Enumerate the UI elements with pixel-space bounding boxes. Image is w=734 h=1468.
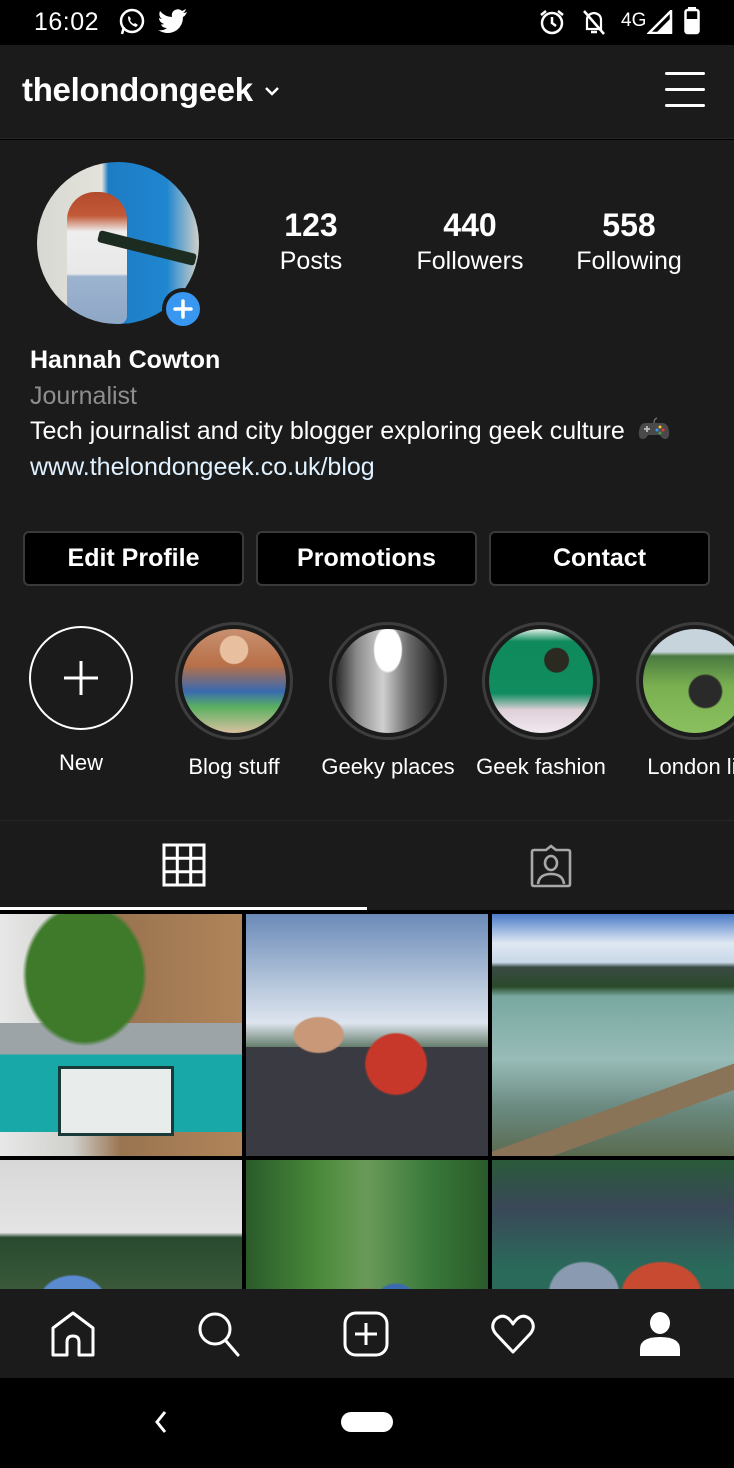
tab-tagged[interactable] <box>367 821 734 909</box>
back-chevron-icon <box>155 1411 167 1433</box>
highlight-cover <box>643 629 734 733</box>
alarm-icon <box>538 8 566 41</box>
add-story-button[interactable] <box>162 288 204 330</box>
highlight-label: Geeky places <box>321 754 455 779</box>
network-type: 4G <box>621 10 647 31</box>
search-icon <box>198 1312 240 1356</box>
post-thumbnail[interactable] <box>492 1160 734 1290</box>
whatsapp-icon <box>118 8 146 41</box>
edit-profile-button[interactable]: Edit Profile <box>23 531 244 586</box>
stat-following[interactable]: 558 Following <box>559 206 699 278</box>
profile-category: Journalist <box>30 382 137 410</box>
stat-followers-label: Followers <box>416 247 524 275</box>
highlight-new[interactable]: New <box>6 622 156 776</box>
promotions-button[interactable]: Promotions <box>256 531 477 586</box>
stat-posts-value: 123 <box>284 207 338 243</box>
twitter-icon <box>158 9 188 40</box>
hamburger-menu-icon <box>665 72 705 107</box>
posts-grid <box>0 910 734 1290</box>
notifications-off-icon <box>580 8 608 41</box>
highlight-london-life[interactable]: London lit <box>620 622 734 780</box>
system-home-pill[interactable] <box>341 1412 393 1432</box>
profile-bio: Tech journalist and city blogger explori… <box>30 417 670 448</box>
nav-home[interactable] <box>0 1289 146 1378</box>
game-controller-icon <box>638 417 670 448</box>
tab-grid[interactable] <box>0 821 367 909</box>
nav-search[interactable] <box>146 1289 292 1378</box>
post-thumbnail[interactable] <box>246 914 488 1156</box>
bottom-navigation <box>0 1289 734 1378</box>
grid-icon <box>162 843 205 887</box>
heart-icon <box>491 1314 535 1353</box>
highlight-geeky-places[interactable]: Geeky places <box>313 622 463 780</box>
profile-website-link[interactable]: www.thelondongeek.co.uk/blog <box>30 453 375 482</box>
nav-activity[interactable] <box>440 1289 586 1378</box>
post-detail <box>58 1066 174 1136</box>
status-bar: 16:02 4G <box>0 0 734 45</box>
status-time: 16:02 <box>34 8 100 36</box>
avatar-photo-subject <box>67 192 127 324</box>
nav-profile[interactable] <box>587 1289 733 1378</box>
plus-icon <box>64 661 98 695</box>
profile-section: 123 Posts 440 Followers 558 Following Ha… <box>0 140 734 921</box>
post-thumbnail[interactable] <box>0 1160 242 1290</box>
stat-following-label: Following <box>576 247 682 275</box>
highlight-label: Blog stuff <box>188 754 280 779</box>
highlight-cover <box>182 629 286 733</box>
post-thumbnail[interactable] <box>0 914 242 1156</box>
highlight-cover <box>489 629 593 733</box>
menu-button[interactable] <box>660 69 710 109</box>
stat-followers[interactable]: 440 Followers <box>400 206 540 278</box>
highlight-cover <box>336 629 440 733</box>
highlight-blog-stuff[interactable]: Blog stuff <box>159 622 309 780</box>
battery-icon <box>684 7 700 40</box>
profile-header: thelondongeek <box>0 45 734 139</box>
stat-posts[interactable]: 123 Posts <box>241 206 381 278</box>
add-post-icon <box>343 1311 389 1356</box>
highlight-label: New <box>58 750 103 775</box>
contact-button[interactable]: Contact <box>489 531 710 586</box>
new-highlight-ring <box>29 626 133 730</box>
highlight-label: Geek fashion <box>476 754 606 779</box>
post-thumbnail[interactable] <box>492 914 734 1156</box>
stat-following-value: 558 <box>602 207 656 243</box>
stat-posts-label: Posts <box>279 247 343 275</box>
profile-content-tabs <box>0 820 734 910</box>
system-back-button[interactable] <box>150 1408 174 1441</box>
plus-icon <box>166 292 200 326</box>
display-name: Hannah Cowton <box>30 346 221 374</box>
signal-icon <box>645 7 673 39</box>
post-thumbnail[interactable] <box>246 1160 488 1290</box>
highlight-label: London lit <box>647 754 734 779</box>
home-icon <box>51 1311 95 1356</box>
profile-icon <box>640 1311 680 1356</box>
stat-followers-value: 440 <box>443 207 497 243</box>
bio-text: Tech journalist and city blogger explori… <box>30 417 625 446</box>
tagged-person-icon <box>530 844 571 888</box>
highlight-geek-fashion[interactable]: Geek fashion <box>466 622 616 780</box>
nav-new-post[interactable] <box>293 1289 439 1378</box>
account-username[interactable]: thelondongeek <box>22 71 253 109</box>
chevron-down-icon[interactable] <box>264 84 280 102</box>
